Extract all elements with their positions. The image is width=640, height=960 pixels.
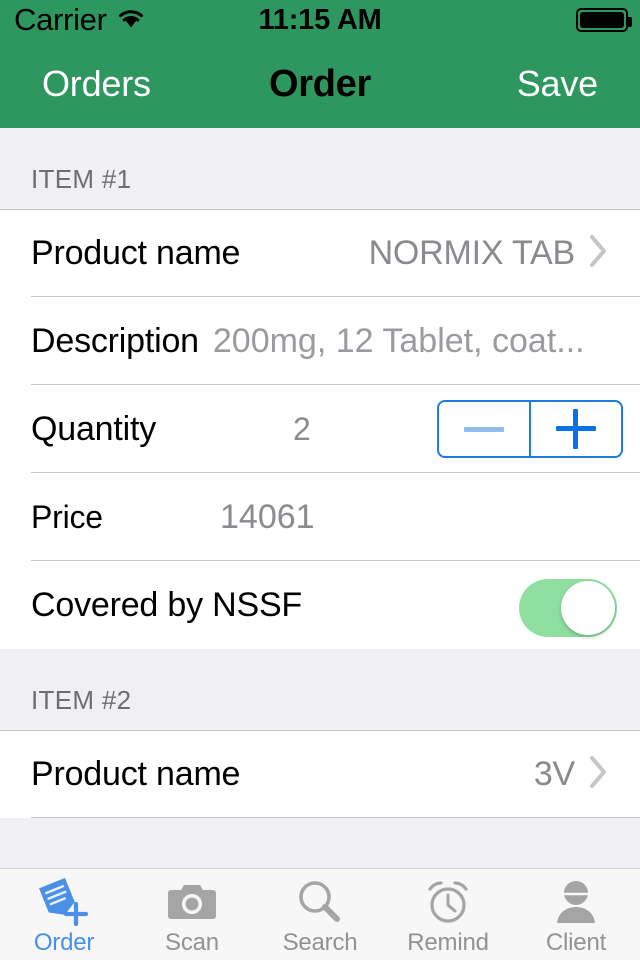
tab-label: Search [282,928,358,956]
quantity-decrement-button[interactable] [439,402,529,456]
quantity-stepper[interactable] [437,400,623,458]
tab-label: Scan [165,928,219,956]
toggle-knob [561,581,615,635]
person-icon [552,877,600,927]
order-form-table[interactable]: ITEM #1 Product name NORMIX TAB Descript… [0,128,640,868]
price-label: Price [31,498,103,535]
tab-label: Order [33,928,95,956]
section-header-label: ITEM #1 [31,164,132,194]
save-button[interactable]: Save [517,63,598,105]
row-product-name-2[interactable]: Product name 3V [0,730,640,818]
magnifier-icon [295,877,345,927]
product-name-value: NORMIX TAB [368,233,576,272]
minus-icon [464,426,504,432]
quantity-label: Quantity [31,409,157,448]
order-note-plus-icon [36,877,92,927]
battery-full-icon [576,8,632,32]
quantity-increment-button[interactable] [531,402,621,456]
product-name-value-group: NORMIX TAB [369,234,609,273]
status-bar-clock: 11:15 AM [258,3,382,36]
nssf-toggle[interactable] [519,579,617,637]
navigation-bar: Orders Order Save [0,40,640,128]
tab-bar: Order Scan Search Remind Client [0,868,640,960]
tab-client[interactable]: Client [512,869,640,960]
tab-scan[interactable]: Scan [128,869,256,960]
camera-icon [165,877,219,927]
product-name-label: Product name [31,754,241,793]
section-header-item-2: ITEM #2 [0,649,640,730]
product-name-label: Product name [31,233,241,272]
description-label: Description [31,321,199,360]
section-header-label: ITEM #2 [31,685,132,715]
tab-remind[interactable]: Remind [384,869,512,960]
tab-label: Remind [407,928,489,956]
quantity-value: 2 [293,410,311,447]
alarm-clock-icon [422,877,474,927]
row-covered-by-nssf-1[interactable]: Covered by NSSF [0,561,640,649]
chevron-right-icon [589,234,609,273]
section-header-item-1: ITEM #1 [0,128,640,209]
row-quantity-1[interactable]: Quantity 2 [0,385,640,473]
description-value: 200mg, 12 Tablet, coat... [212,321,585,360]
plus-icon [556,409,596,449]
tab-order[interactable]: Order [0,869,128,960]
tab-search[interactable]: Search [256,869,384,960]
status-bar: Carrier 11:15 AM [0,0,640,40]
row-product-name-1[interactable]: Product name NORMIX TAB [0,209,640,297]
tab-label: Client [545,928,607,956]
product-name-value-group: 3V [534,755,609,794]
price-value: 14061 [220,497,315,536]
app-screen: Carrier 11:15 AM Orders Order Save ITEM … [0,0,640,960]
status-bar-right [576,8,632,32]
nssf-label: Covered by NSSF [31,585,302,624]
row-price-1[interactable]: Price 14061 [0,473,640,561]
chevron-right-icon [589,755,609,794]
row-description-1[interactable]: Description 200mg, 12 Tablet, coat... [0,297,640,385]
product-name-value: 3V [533,754,575,793]
